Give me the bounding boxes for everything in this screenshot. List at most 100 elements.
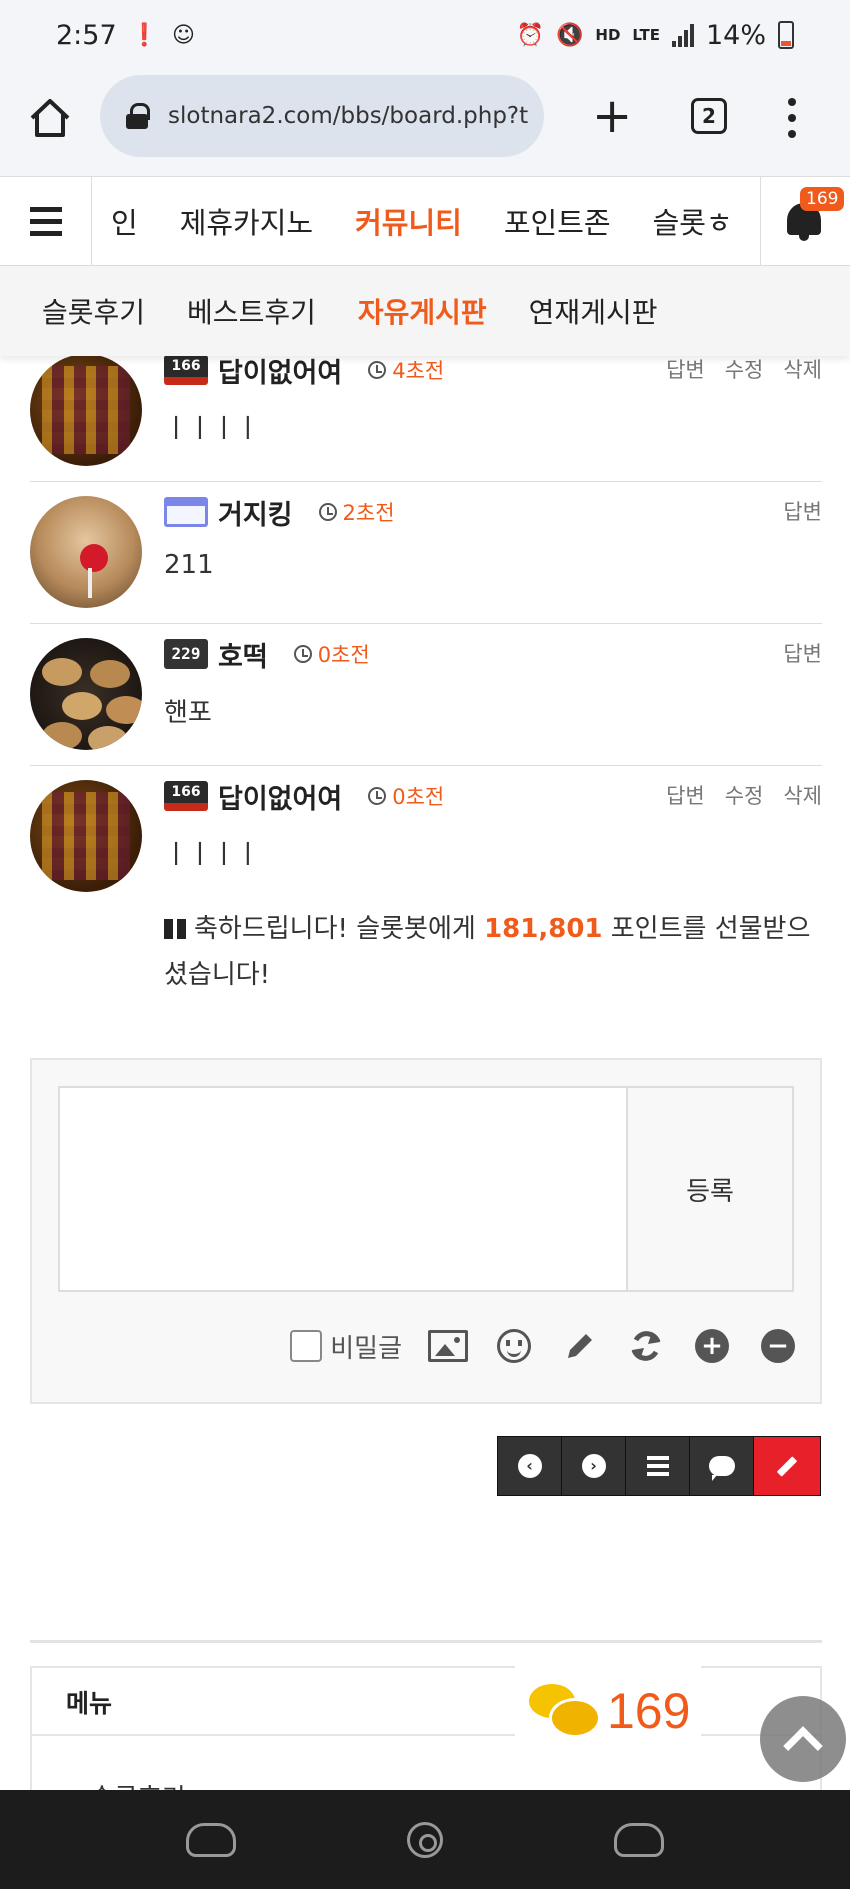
chevron-up-icon	[783, 1726, 823, 1766]
nav-item[interactable]: 제휴카지노	[180, 200, 313, 242]
comment-text: 211	[164, 550, 214, 580]
list-button[interactable]	[626, 1437, 690, 1495]
nav-item[interactable]: 인	[111, 200, 138, 242]
comment-item: 거지킹 2초전 답변 211	[30, 482, 822, 624]
board-tab[interactable]: 연재게시판	[529, 291, 658, 331]
comment-actions: 답변 수정 삭제	[666, 780, 822, 810]
avatar[interactable]	[30, 354, 142, 466]
section-divider	[30, 1640, 822, 1643]
clock-icon	[318, 503, 337, 521]
chevron-left-icon: ‹	[517, 1454, 542, 1478]
comment-action-link[interactable]: 삭제	[783, 780, 822, 810]
nav-item[interactable]: 포인트존	[504, 200, 611, 242]
nickname[interactable]: 거지킹	[218, 493, 293, 532]
board-tabs: 슬롯후기 베스트후기 자유게시판 연재게시판	[0, 266, 850, 356]
write-pencil-icon	[776, 1455, 798, 1477]
nav-scroller: 인 제휴카지노 커뮤니티 포인트존 슬롯ㅎ	[93, 177, 759, 265]
time-ago: 0초전	[392, 785, 445, 809]
submit-button[interactable]: 등록	[628, 1086, 794, 1292]
clock-icon	[368, 787, 387, 805]
secret-checkbox[interactable]	[290, 1330, 323, 1362]
shrink-minus-icon[interactable]: −	[758, 1326, 798, 1366]
post-nav-buttons: ‹ ›	[497, 1436, 821, 1496]
emoticon-icon[interactable]	[494, 1326, 534, 1366]
gift-icon	[164, 919, 186, 939]
prev-post-button[interactable]: ‹	[498, 1437, 562, 1495]
address-bar[interactable]: slotnara2.com/bbs/board.php?t	[100, 75, 544, 157]
comment-action-link[interactable]: 수정	[725, 354, 764, 384]
time-ago: 0초전	[317, 643, 370, 667]
comment-actions: 답변	[783, 496, 822, 526]
comment-action-link[interactable]: 답변	[666, 354, 705, 384]
comment-item: 229 호떡 0초전 답변 핸포	[30, 624, 822, 766]
chevron-right-icon: ›	[581, 1454, 606, 1478]
next-post-button[interactable]: ›	[562, 1437, 626, 1495]
lte-indicator: LTE	[632, 26, 660, 44]
more-menu-icon[interactable]	[787, 98, 797, 138]
hd-voice-indicator: HD	[595, 26, 621, 44]
nickname[interactable]: 답이없어여	[218, 777, 342, 816]
avatar[interactable]	[30, 780, 142, 892]
comment-action-link[interactable]: 수정	[725, 780, 764, 810]
status-bar: 2:57 ❗ ☺ ⏰ 🔇 HD LTE 14%	[0, 0, 850, 70]
gift-points: 181,801	[484, 914, 603, 944]
flower-icon[interactable]	[406, 1821, 443, 1858]
notification-button[interactable]: 169	[760, 177, 850, 265]
comment-action-link[interactable]: 답변	[666, 780, 705, 810]
avatar[interactable]	[30, 496, 142, 608]
gift-text-before: 축하드립니다! 슬롯봇에게	[194, 914, 485, 944]
expand-plus-icon[interactable]: +	[692, 1326, 732, 1366]
menu-divider	[32, 1734, 820, 1736]
secret-label: 비밀글	[330, 1333, 402, 1364]
scroll-top-button[interactable]	[760, 1696, 846, 1782]
comment-button[interactable]	[690, 1437, 754, 1495]
pencil-icon[interactable]	[560, 1326, 600, 1366]
hamburger-menu-icon[interactable]	[0, 177, 92, 265]
comment-textarea[interactable]	[58, 1086, 628, 1292]
nickname[interactable]: 호떡	[218, 635, 268, 674]
app-notification-icon: ☺	[172, 22, 195, 48]
battery-icon	[778, 21, 794, 49]
comment-item: 166 답이없어여 4초전 답변 수정 삭제 ㅣㅣㅣㅣ	[30, 340, 822, 482]
notification-badge: 169	[800, 187, 845, 211]
level-badge: 166	[164, 781, 208, 811]
image-icon[interactable]	[428, 1326, 468, 1366]
mute-icon: 🔇	[556, 22, 584, 48]
level-badge: 229	[164, 639, 208, 669]
board-tab[interactable]: 슬롯후기	[42, 291, 145, 331]
chat-bubbles-icon	[529, 1684, 601, 1738]
menu-title: 메뉴	[66, 1689, 113, 1718]
comment-actions: 답변 수정 삭제	[666, 354, 822, 384]
comment-actions: 답변	[783, 638, 822, 668]
clock-icon	[368, 361, 387, 379]
bottom-right-icon[interactable]	[614, 1822, 665, 1857]
battery-percent: 14%	[705, 19, 766, 51]
level-badge	[164, 497, 208, 527]
home-icon[interactable]	[28, 96, 72, 140]
clock-time: 2:57	[56, 19, 117, 51]
board-tab[interactable]: 베스트후기	[187, 291, 316, 331]
comment-text: 핸포	[164, 698, 212, 728]
secret-toggle[interactable]: 비밀글	[290, 1328, 402, 1365]
bottom-left-icon[interactable]	[185, 1822, 236, 1857]
refresh-icon[interactable]	[626, 1326, 666, 1366]
comment-action-link[interactable]: 삭제	[783, 354, 822, 384]
nav-item[interactable]: 커뮤니티	[355, 200, 462, 242]
alert-icon: ❗	[130, 22, 159, 48]
new-tab-icon[interactable]: +	[592, 92, 632, 140]
comment-form: 등록 비밀글 + −	[30, 1058, 822, 1404]
nav-item[interactable]: 슬롯ㅎ	[653, 200, 733, 242]
alarm-icon: ⏰	[516, 22, 544, 48]
clock-icon	[293, 645, 312, 663]
tab-switcher-button[interactable]: 2	[691, 98, 727, 134]
nickname[interactable]: 답이없어여	[218, 351, 342, 390]
comment-text: ㅣㅣㅣㅣ	[164, 840, 260, 870]
side-menu-panel: 메뉴 슬롯후기	[30, 1666, 822, 1814]
comment-action-link[interactable]: 답변	[783, 638, 822, 668]
write-button[interactable]	[754, 1437, 820, 1495]
avatar[interactable]	[30, 638, 142, 750]
comment-action-link[interactable]: 답변	[783, 496, 822, 526]
floating-comment-counter[interactable]: 169	[515, 1666, 701, 1756]
board-tab[interactable]: 자유게시판	[358, 291, 487, 331]
comment-list: 166 답이없어여 4초전 답변 수정 삭제 ㅣㅣㅣㅣ 거지킹 2초전 답변 211…	[30, 340, 822, 1036]
